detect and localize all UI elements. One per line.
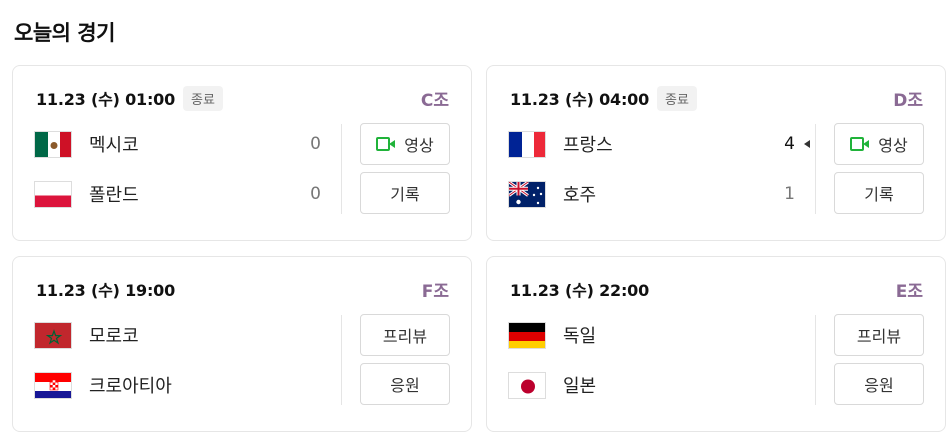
team-name: 멕시코 — [89, 135, 139, 156]
home-team[interactable]: 프랑스 — [508, 129, 613, 159]
home-team[interactable]: 독일 — [508, 320, 596, 350]
cheer-button[interactable]: 응원 — [360, 363, 450, 405]
divider — [815, 315, 816, 405]
match-datetime: 11.23 (수) 04:00 — [510, 90, 650, 109]
record-button[interactable]: 기록 — [360, 172, 450, 214]
match-card-morocco-croatia[interactable]: 11.23 (수) 19:00 F조 모로코 크로아티아 프리뷰 응원 — [12, 256, 472, 432]
group-label: C조 — [420, 91, 449, 111]
team-name: 프랑스 — [563, 135, 613, 156]
australia-flag-icon — [508, 180, 546, 208]
away-score: 1 — [784, 184, 795, 204]
morocco-flag-icon — [34, 321, 72, 349]
record-button[interactable]: 기록 — [834, 172, 924, 214]
video-camera-icon — [376, 137, 396, 151]
divider — [341, 124, 342, 214]
home-team[interactable]: 멕시코 — [34, 129, 139, 159]
team-name: 일본 — [563, 376, 597, 397]
preview-button[interactable]: 프리뷰 — [834, 314, 924, 356]
group-label: E조 — [895, 282, 923, 302]
away-team[interactable]: 크로아티아 — [34, 370, 172, 400]
match-card-france-australia[interactable]: 11.23 (수) 04:00 종료 D조 프랑스 4 호주 1 영상 기록 — [486, 65, 946, 241]
match-card-germany-japan[interactable]: 11.23 (수) 22:00 E조 독일 일본 프리뷰 응원 — [486, 256, 946, 432]
match-datetime: 11.23 (수) 19:00 — [36, 281, 176, 300]
team-name: 독일 — [563, 326, 597, 347]
match-card-mexico-poland[interactable]: 11.23 (수) 01:00 종료 C조 멕시코 0 폴란드 0 영상 기록 — [12, 65, 472, 241]
croatia-flag-icon — [34, 371, 72, 399]
home-score: 0 — [310, 134, 321, 154]
group-label: D조 — [893, 91, 923, 111]
group-label: F조 — [421, 282, 449, 302]
away-team[interactable]: 호주 — [508, 179, 596, 209]
divider — [815, 124, 816, 214]
japan-flag-icon — [508, 371, 546, 399]
away-team[interactable]: 폴란드 — [34, 179, 139, 209]
match-datetime: 11.23 (수) 01:00 — [36, 90, 176, 109]
away-team[interactable]: 일본 — [508, 370, 596, 400]
team-name: 폴란드 — [89, 185, 139, 206]
away-score: 0 — [310, 184, 321, 204]
page-title: 오늘의 경기 — [14, 21, 115, 45]
status-badge: 종료 — [657, 85, 697, 111]
germany-flag-icon — [508, 321, 546, 349]
status-badge: 종료 — [183, 85, 223, 111]
poland-flag-icon — [34, 180, 72, 208]
mexico-flag-icon — [34, 130, 72, 158]
france-flag-icon — [508, 130, 546, 158]
video-button[interactable]: 영상 — [360, 123, 450, 165]
team-name: 크로아티아 — [89, 376, 172, 397]
home-score: 4 — [784, 134, 795, 154]
match-datetime: 11.23 (수) 22:00 — [510, 281, 650, 300]
preview-button[interactable]: 프리뷰 — [360, 314, 450, 356]
winner-marker-icon — [804, 140, 810, 148]
video-camera-icon — [850, 137, 870, 151]
divider — [341, 315, 342, 405]
cheer-button[interactable]: 응원 — [834, 363, 924, 405]
video-button[interactable]: 영상 — [834, 123, 924, 165]
team-name: 모로코 — [89, 326, 139, 347]
home-team[interactable]: 모로코 — [34, 320, 139, 350]
team-name: 호주 — [563, 185, 597, 206]
